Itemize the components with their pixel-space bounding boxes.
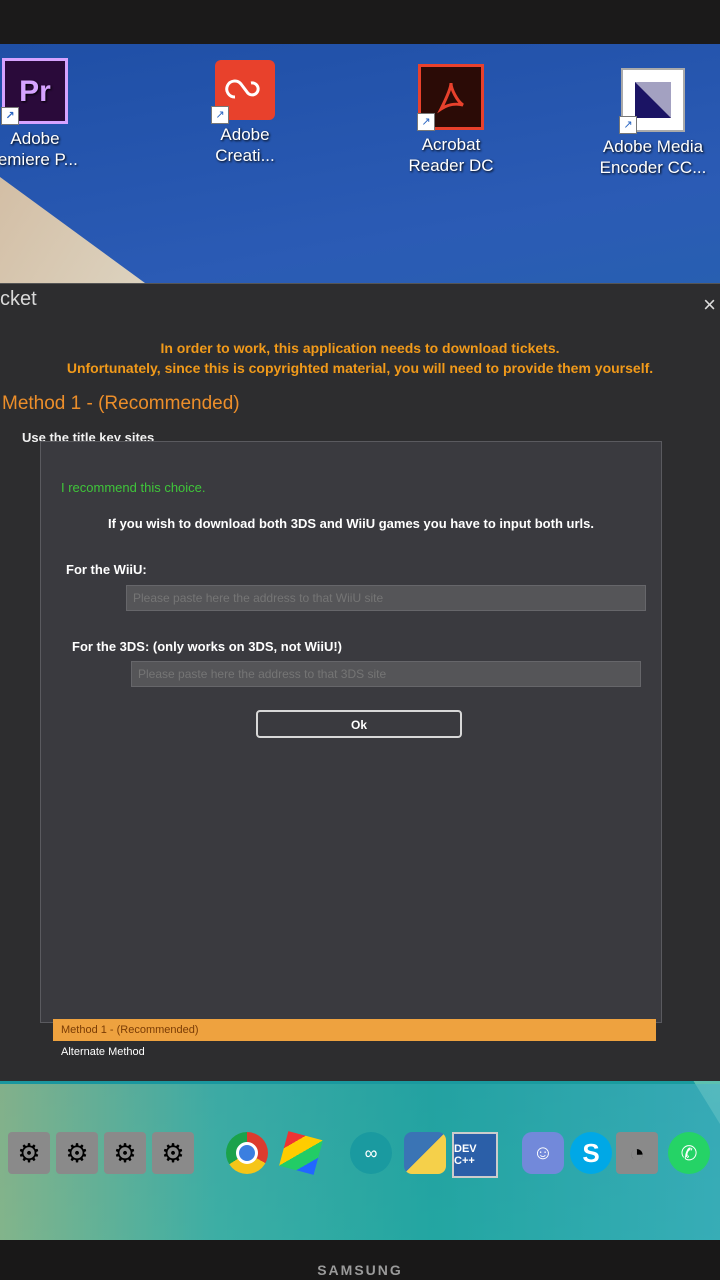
desktop-icon-label: Adobe <box>220 125 270 144</box>
tab-method-1[interactable]: Method 1 - (Recommended) <box>53 1019 656 1041</box>
3ds-url-input[interactable] <box>131 661 641 687</box>
acrobat-logo-icon <box>437 82 464 114</box>
app-icon[interactable]: ◔ <box>616 1132 658 1174</box>
cc-logo-icon <box>225 79 260 99</box>
whatsapp-icon[interactable]: ✆ <box>668 1132 710 1174</box>
method-tab-strip: Method 1 - (Recommended) Alternate Metho… <box>53 1019 656 1063</box>
python-icon[interactable] <box>404 1132 446 1174</box>
acrobat-reader-icon: ↗ <box>417 64 484 131</box>
recommend-text: I recommend this choice. <box>61 480 206 495</box>
method-panel: I recommend this choice. If you wish to … <box>40 441 662 1023</box>
ok-button[interactable]: Ok <box>256 710 462 738</box>
shortcut-arrow-icon: ↗ <box>619 116 637 134</box>
arduino-icon[interactable]: ∞ <box>350 1132 392 1174</box>
window-title: cket <box>0 288 37 310</box>
desktop-icon-label: Encoder CC... <box>599 158 707 177</box>
info-text: If you wish to download both 3DS and Wii… <box>108 516 594 531</box>
skype-icon[interactable]: S <box>570 1132 612 1174</box>
shortcut-arrow-icon: ↗ <box>211 106 229 124</box>
desktop-icon-label: Adobe Media <box>602 137 704 156</box>
desktop-icon-premiere[interactable]: Pr ↗ Adobe remiere P... <box>0 58 110 170</box>
media-encoder-icon: ↗ <box>619 68 685 134</box>
ticket-window: cket × In order to work, this applicatio… <box>0 283 720 1081</box>
warning-line-2: Unfortunately, since this is copyrighted… <box>66 360 654 376</box>
taskbar: ⚙ ⚙ ⚙ ⚙ ∞ DEV C++ ☺ S ◔ ✆ <box>0 1124 720 1180</box>
desktop-icon-label: Reader DC <box>408 156 494 175</box>
desktop-icon-media-encoder[interactable]: ↗ Adobe Media Encoder CC... <box>578 68 720 178</box>
discord-icon[interactable]: ☺ <box>522 1132 564 1174</box>
app-icon[interactable]: ⚙ <box>104 1132 146 1174</box>
app-icon[interactable]: ⚙ <box>152 1132 194 1174</box>
close-icon[interactable]: × <box>703 292 716 318</box>
desktop-icon-acrobat[interactable]: ↗ Acrobat Reader DC <box>376 64 526 176</box>
shortcut-arrow-icon: ↗ <box>1 107 19 125</box>
desktop-icon-label: Adobe <box>10 129 60 148</box>
shortcut-arrow-icon: ↗ <box>417 113 435 131</box>
chrome-icon[interactable] <box>226 1132 268 1174</box>
wallpaper-shape <box>0 177 160 294</box>
wiiu-url-input[interactable] <box>126 585 646 611</box>
tab-alternate-method[interactable]: Alternate Method <box>53 1041 656 1063</box>
wiiu-label: For the WiiU: <box>66 562 147 577</box>
app-icon[interactable]: ⚙ <box>56 1132 98 1174</box>
method-title: Method 1 - (Recommended) <box>2 393 240 414</box>
desktop-icon-label: Acrobat <box>421 135 481 154</box>
desktop-icon-label: remiere P... <box>0 150 78 169</box>
monitor-brand-logo: SAMSUNG <box>317 1262 403 1278</box>
creative-cloud-icon: ↗ <box>211 60 275 124</box>
premiere-pro-icon: Pr ↗ <box>1 58 68 125</box>
warning-line-1: In order to work, this application needs… <box>160 340 560 356</box>
desktop-icon-creative-cloud[interactable]: ↗ Adobe Creati... <box>170 60 320 166</box>
dev-cpp-icon[interactable]: DEV C++ <box>452 1132 498 1178</box>
monitor-bezel-top <box>0 0 720 48</box>
app-icon[interactable]: ⚙ <box>8 1132 50 1174</box>
desktop-icon-label: Creati... <box>215 146 275 165</box>
3ds-label: For the 3DS: (only works on 3DS, not Wii… <box>72 639 342 654</box>
rubiks-cube-icon[interactable] <box>279 1131 323 1175</box>
media-encoder-logo-icon <box>635 82 671 118</box>
